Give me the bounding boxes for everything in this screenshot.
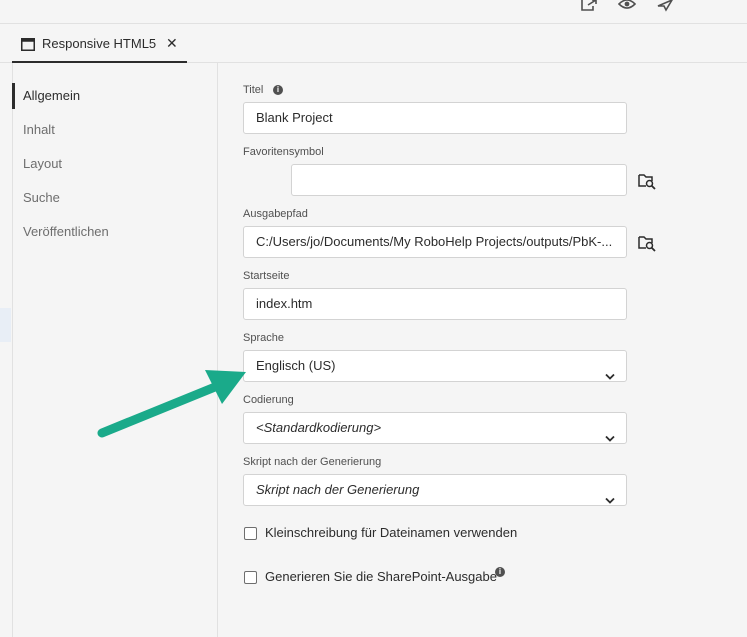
encoding-value: <Standardkodierung> [256,420,382,435]
sharepoint-checkbox-label: Generieren Sie die SharePoint-Ausgabe [265,569,497,584]
language-select[interactable]: Englisch (US) [243,350,627,382]
language-value: Englisch (US) [256,358,336,373]
sidebar-item-allgemein[interactable]: Allgemein [23,86,80,106]
tab-bar: Responsive HTML5 ✕ [0,25,747,63]
encoding-select[interactable]: <Standardkodierung> [243,412,627,444]
settings-sidebar: Allgemein Inhalt Layout Suche Veröffentl… [12,63,218,637]
export-icon[interactable] [580,0,600,14]
browse-folder-icon[interactable] [638,172,656,190]
chevron-down-icon [605,424,615,442]
chevron-down-icon [605,362,615,380]
start-page-label: Startseite [243,270,290,282]
encoding-label: Codierung [243,394,294,406]
browse-folder-icon[interactable] [638,234,656,252]
post-script-value: Skript nach der Generierung [256,482,420,497]
sidebar-item-layout[interactable]: Layout [23,154,62,174]
favicon-input[interactable] [291,164,627,196]
post-script-label: Skript nach der Generierung [243,456,382,468]
output-path-label: Ausgabepfad [243,208,308,220]
active-indicator [12,83,15,109]
sidebar-item-inhalt[interactable]: Inhalt [23,120,55,140]
tab-responsive-html5[interactable]: Responsive HTML5 ✕ [12,31,187,63]
title-input[interactable]: Blank Project [243,102,627,134]
top-toolbar [0,0,747,24]
publish-icon[interactable] [656,0,676,14]
preview-icon[interactable] [618,0,638,14]
left-panel-edge [0,308,11,342]
favicon-label: Favoritensymbol [243,146,324,158]
info-icon[interactable]: i [273,85,283,95]
window-icon [21,38,35,51]
post-script-select[interactable]: Skript nach der Generierung [243,474,627,506]
sidebar-item-veroeffentlichen[interactable]: Veröffentlichen [23,222,109,242]
tab-label: Responsive HTML5 [42,36,157,51]
info-icon[interactable]: i [495,567,505,577]
chevron-down-icon [605,486,615,504]
title-label: Titel [243,84,264,96]
sidebar-item-suche[interactable]: Suche [23,188,60,208]
lowercase-checkbox-label: Kleinschreibung für Dateinamen verwenden [265,525,518,540]
output-path-input[interactable]: C:/Users/jo/Documents/My RoboHelp Projec… [243,226,627,258]
lowercase-checkbox[interactable] [244,527,257,540]
close-icon[interactable]: ✕ [166,35,178,52]
sharepoint-checkbox[interactable] [244,571,257,584]
language-label: Sprache [243,332,284,344]
start-page-input[interactable]: index.htm [243,288,627,320]
